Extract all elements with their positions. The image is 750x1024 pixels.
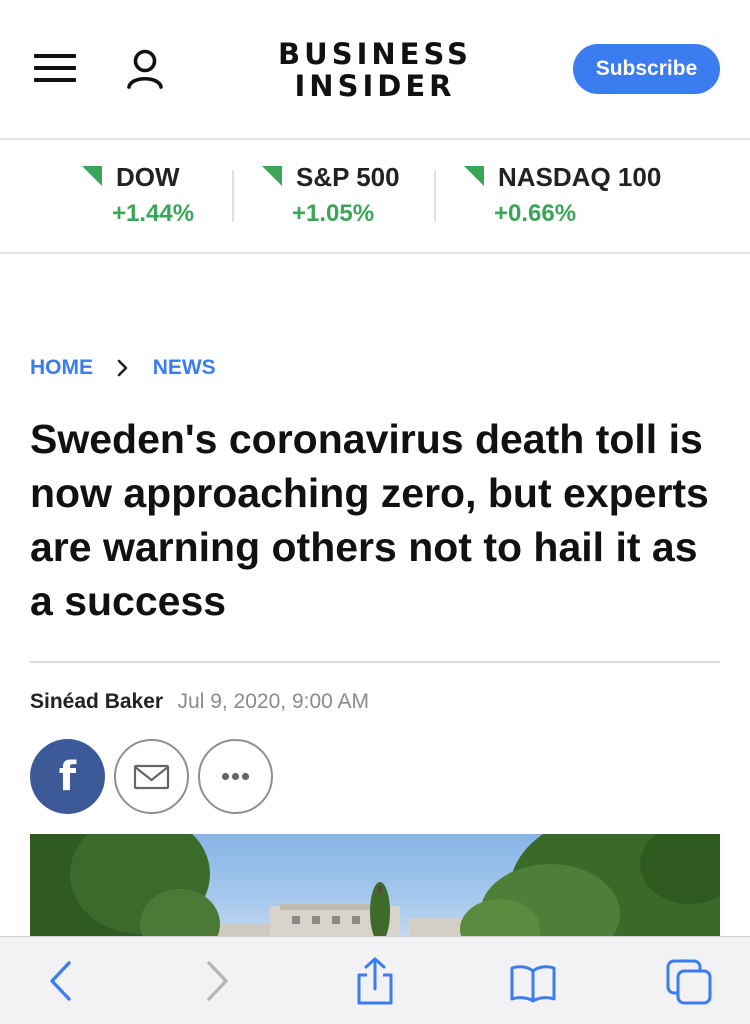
breadcrumb-home[interactable]: HOME bbox=[30, 356, 93, 380]
headline-divider bbox=[30, 661, 720, 663]
browser-tabs-button[interactable] bbox=[664, 957, 714, 1007]
hamburger-menu-icon bbox=[34, 54, 76, 58]
chevron-right-icon bbox=[207, 961, 228, 1001]
business-insider-logo[interactable]: BUSINESS INSIDER bbox=[270, 38, 480, 102]
market-change: +0.66% bbox=[494, 200, 577, 227]
market-ticker: DOW +1.44% S&P 500 +1.05% NASDAQ 100 +0.… bbox=[0, 140, 750, 254]
facebook-icon: f bbox=[59, 754, 77, 800]
byline: Sinéad Baker Jul 9, 2020, 9:00 AM bbox=[30, 690, 369, 720]
browser-share-button[interactable] bbox=[350, 957, 400, 1007]
publish-date: Jul 9, 2020, 9:00 AM bbox=[177, 690, 369, 713]
menu-button[interactable] bbox=[30, 48, 80, 88]
site-header: BUSINESS INSIDER Subscribe bbox=[0, 0, 750, 140]
share-email-button[interactable] bbox=[114, 739, 189, 814]
chevron-left-icon bbox=[50, 961, 71, 1001]
user-account-icon bbox=[127, 49, 163, 89]
logo-line-2: INSIDER bbox=[294, 69, 456, 103]
market-up-arrow-icon bbox=[262, 166, 282, 186]
share-more-button[interactable] bbox=[198, 739, 273, 814]
article-hero-image bbox=[30, 834, 720, 944]
market-name: DOW bbox=[116, 162, 180, 192]
svg-text:f: f bbox=[59, 754, 77, 800]
share-facebook-button[interactable]: f bbox=[30, 739, 105, 814]
ticker-divider bbox=[434, 170, 436, 222]
market-change: +1.44% bbox=[112, 200, 195, 227]
logo-line-1: BUSINESS bbox=[278, 37, 472, 71]
ticker-divider bbox=[232, 170, 234, 222]
hero-photo bbox=[30, 834, 720, 944]
article-headline: Sweden's coronavirus death toll is now a… bbox=[30, 416, 709, 624]
share-icon bbox=[357, 957, 393, 1005]
chevron-right-icon bbox=[99, 356, 147, 380]
browser-bookmarks-button[interactable] bbox=[508, 957, 558, 1007]
browser-forward-button[interactable] bbox=[192, 957, 242, 1007]
market-name: NASDAQ 100 bbox=[498, 162, 662, 192]
ellipsis-icon bbox=[221, 772, 250, 781]
market-up-arrow-icon bbox=[464, 166, 484, 186]
breadcrumb-news[interactable]: NEWS bbox=[153, 356, 216, 380]
author-name[interactable]: Sinéad Baker bbox=[30, 690, 163, 713]
account-button[interactable] bbox=[122, 46, 168, 92]
book-icon bbox=[510, 965, 556, 1003]
envelope-icon bbox=[133, 764, 170, 790]
tabs-icon bbox=[666, 959, 712, 1005]
browser-back-button[interactable] bbox=[36, 957, 86, 1007]
market-name: S&P 500 bbox=[296, 162, 400, 192]
subscribe-button[interactable]: Subscribe bbox=[573, 44, 720, 94]
breadcrumb: HOME NEWS bbox=[30, 356, 216, 386]
market-up-arrow-icon bbox=[82, 166, 102, 186]
market-change: +1.05% bbox=[292, 200, 375, 227]
browser-toolbar bbox=[0, 936, 750, 1024]
